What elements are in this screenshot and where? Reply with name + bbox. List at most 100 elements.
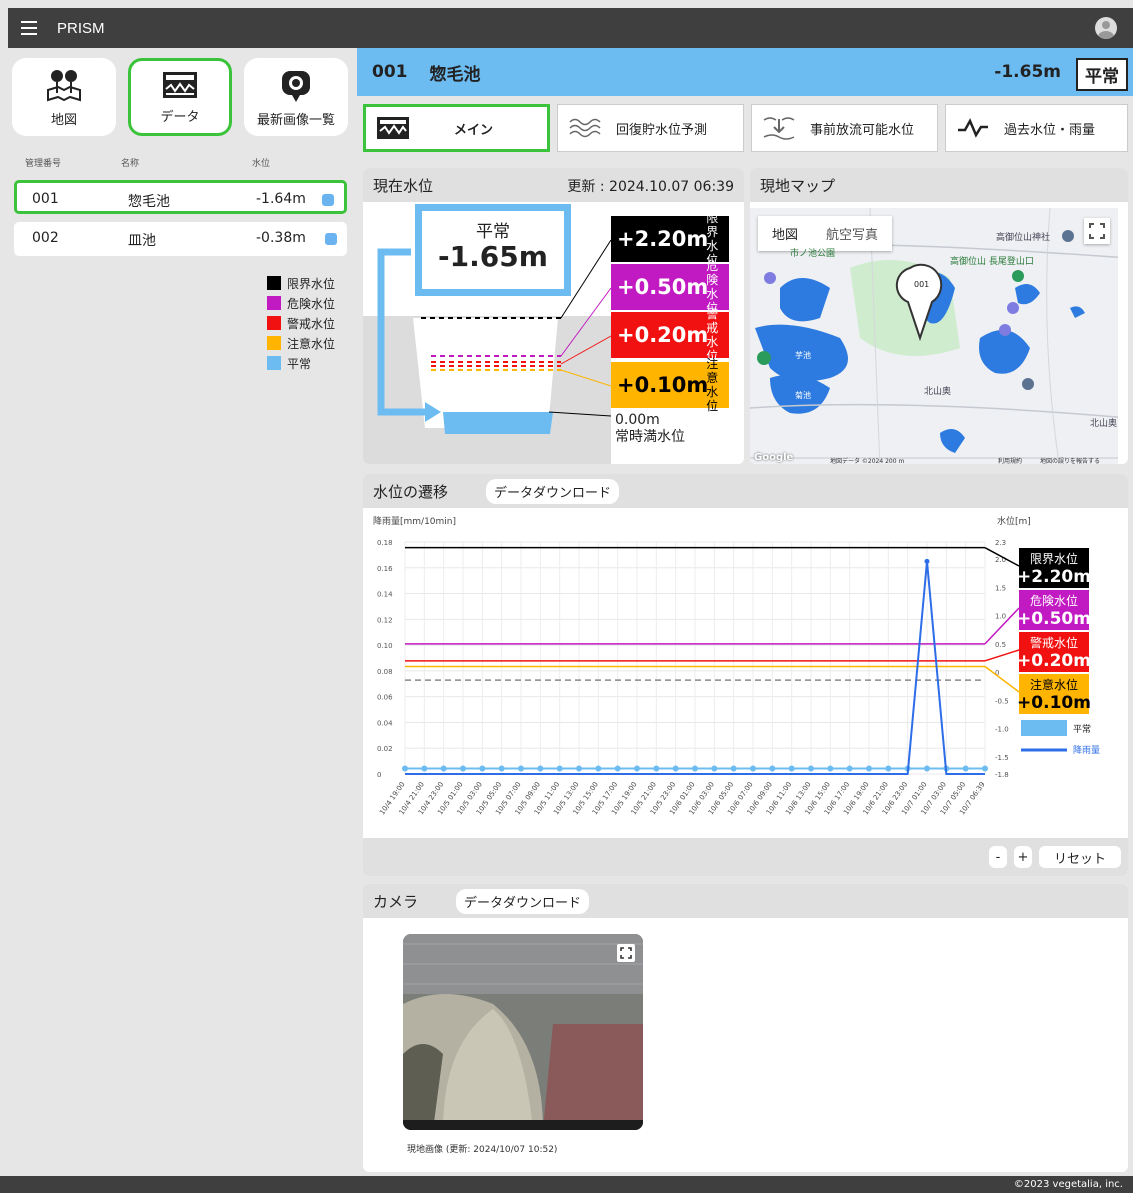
site-name: 惣毛池: [429, 64, 481, 85]
waves-icon: [569, 118, 601, 138]
map-attribution: 地図データ ©2024 200 m: [830, 458, 905, 464]
panel-header: カメラ データダウンロード: [363, 884, 1128, 918]
data-monitor-icon: [163, 72, 197, 98]
hamburger-menu-icon[interactable]: [21, 21, 37, 35]
status-badge: 平常: [1076, 58, 1128, 91]
y-right-tick-label: -1.5: [995, 754, 1009, 762]
legend-item: 限界水位: [267, 273, 335, 293]
y-left-tick-label: 0.12: [377, 616, 393, 624]
app-title: PRISM: [57, 19, 105, 37]
legend-item: 危険水位: [267, 293, 335, 313]
level-legend: 限界水位 危険水位 警戒水位 注意水位 平常: [267, 273, 335, 373]
y-left-tick-label: 0.04: [377, 719, 393, 727]
map-view[interactable]: 地図 航空写真 001 高御位山神社 市ノ池公園 高御位山 長尾登山口 北山奥 …: [750, 208, 1118, 464]
image-fullscreen-icon[interactable]: [617, 944, 635, 962]
sidebar: 地図 データ 最新画像一覧 管理番号 名称 水位 001 惣毛池 -1.64m …: [8, 48, 357, 1176]
tab-history[interactable]: 過去水位・雨量: [945, 104, 1128, 152]
map-report-link[interactable]: 地図の誤りを報告する: [1040, 456, 1100, 464]
panel-title: 水位の遷移: [373, 482, 449, 501]
panel-title: 現地マップ: [760, 176, 836, 195]
nav-map-label: 地図: [50, 113, 77, 128]
tab-pre-discharge-label: 事前放流可能水位: [810, 122, 915, 138]
threshold-connector: [984, 665, 1020, 693]
threshold-connector: [984, 649, 1020, 662]
site-level: -1.65m: [994, 62, 1061, 82]
camera-caption: 現地画像 (更新: 2024/10/07 10:52): [407, 1145, 558, 1155]
map-label-north-shrine: 北山奥: [924, 387, 952, 397]
map-terms-link[interactable]: 利用規約: [998, 456, 1022, 464]
map-pins-icon: [47, 70, 81, 102]
row-id: 001: [32, 191, 59, 207]
threshold-limit-badge: +2.20m 限界水位: [611, 211, 729, 267]
site-map-panel: 現地マップ 地図 航空写真 001 高御位山神社 市ノ池公園 高御位山 長尾登山…: [750, 168, 1128, 464]
camera-image[interactable]: [403, 934, 643, 1130]
y-right-tick-label: 2.0: [995, 556, 1006, 564]
threshold-badge-name: 注意水位: [1030, 677, 1078, 692]
nav-latest-images-label: 最新画像一覧: [256, 113, 335, 128]
y-axis-right-label: 水位[m]: [997, 515, 1031, 527]
app-bar: PRISM: [8, 8, 1133, 48]
nav-data-label: データ: [160, 110, 200, 125]
list-item[interactable]: 001 惣毛池 -1.64m: [14, 180, 347, 214]
monitor-icon: [377, 117, 409, 139]
fullscreen-icon[interactable]: [1084, 218, 1110, 244]
zoom-in-button[interactable]: +: [1014, 846, 1032, 868]
level-history-panel: 水位の遷移 データダウンロード 降雨量[mm/10min] 水位[m] 0.18 0.…: [363, 474, 1128, 876]
map-label-pond1: 芋池: [795, 351, 811, 360]
tab-pre-discharge[interactable]: 事前放流可能水位: [751, 104, 938, 152]
panel-header: 現在水位 更新 : 2024.10.07 06:39: [363, 168, 744, 202]
panel-title: カメラ: [373, 892, 419, 911]
nav-latest-images-button[interactable]: 最新画像一覧: [244, 58, 348, 136]
y-left-tick-label: 0.10: [377, 642, 393, 650]
threshold-badge-name: 危険水位: [1030, 593, 1078, 608]
y-left-tick-label: 0: [377, 771, 381, 779]
status-dot: [322, 194, 334, 206]
y-left-tick-label: 0.06: [377, 694, 393, 702]
nav-map-button[interactable]: 地図: [12, 58, 116, 136]
user-account-icon[interactable]: [1095, 17, 1117, 39]
y-left-tick-label: 0.02: [377, 745, 393, 753]
y-axis-left-label: 降雨量[mm/10min]: [373, 515, 456, 527]
legend-level-swatch: [1021, 720, 1067, 736]
legend-item: 平常: [267, 353, 335, 373]
y-right-tick-label: -0.5: [995, 697, 1009, 705]
panel-header: 現地マップ: [750, 168, 1128, 202]
tab-recovery-forecast[interactable]: 回復貯水位予測: [557, 104, 744, 152]
threshold-badge-name: 警戒水位: [1030, 635, 1078, 650]
current-level-panel: 現在水位 更新 : 2024.10.07 06:39 平常 -1.65m +2.…: [363, 168, 744, 464]
nav-data-button[interactable]: データ: [128, 58, 232, 136]
zoom-out-button[interactable]: -: [989, 846, 1007, 868]
list-item[interactable]: 002 皿池 -0.38m: [14, 222, 347, 256]
threshold-warning-badge: +0.20m 警戒水位: [611, 307, 729, 363]
header-level: 水位: [252, 159, 271, 169]
y-left-tick-label: 0.16: [377, 565, 393, 573]
legend-item: 注意水位: [267, 333, 335, 353]
legend-item: 警戒水位: [267, 313, 335, 333]
tab-main[interactable]: メイン: [363, 104, 550, 152]
reset-button[interactable]: リセット: [1039, 846, 1121, 868]
row-level: -0.38m: [256, 230, 306, 246]
row-name: 惣毛池: [128, 194, 170, 210]
site-header: 001 惣毛池 -1.65m 平常: [357, 48, 1133, 96]
y-right-tick-label: -1.8: [995, 771, 1009, 779]
panel-header: 水位の遷移 データダウンロード: [363, 474, 1128, 508]
base-level-label: 0.00m 常時満水位: [615, 412, 685, 445]
camera-download-button[interactable]: データダウンロード: [456, 888, 590, 914]
tab-main-label: メイン: [454, 122, 494, 138]
map-marker-label[interactable]: 001: [914, 280, 929, 289]
current-value: -1.65m: [438, 240, 548, 273]
site-id: 001: [372, 62, 408, 82]
legend-level-label: 平常: [1073, 723, 1091, 735]
map-label-area: 北山奥: [1090, 419, 1118, 429]
header-id: 管理番号: [25, 159, 62, 169]
threshold-badge-value: +0.20m: [1017, 651, 1091, 671]
chart-download-button[interactable]: データダウンロード: [486, 478, 620, 504]
y-right-tick-label: -1.0: [995, 726, 1009, 734]
legend-rain-label: 降雨量: [1073, 744, 1100, 756]
trend-line-icon: [958, 118, 988, 138]
rain-point: [924, 558, 930, 564]
y-left-tick-label: 0.08: [377, 668, 393, 676]
y-right-tick-label: 0.5: [995, 641, 1006, 649]
map-label-park: 市ノ池公園: [790, 249, 836, 259]
status-dot: [325, 233, 337, 245]
